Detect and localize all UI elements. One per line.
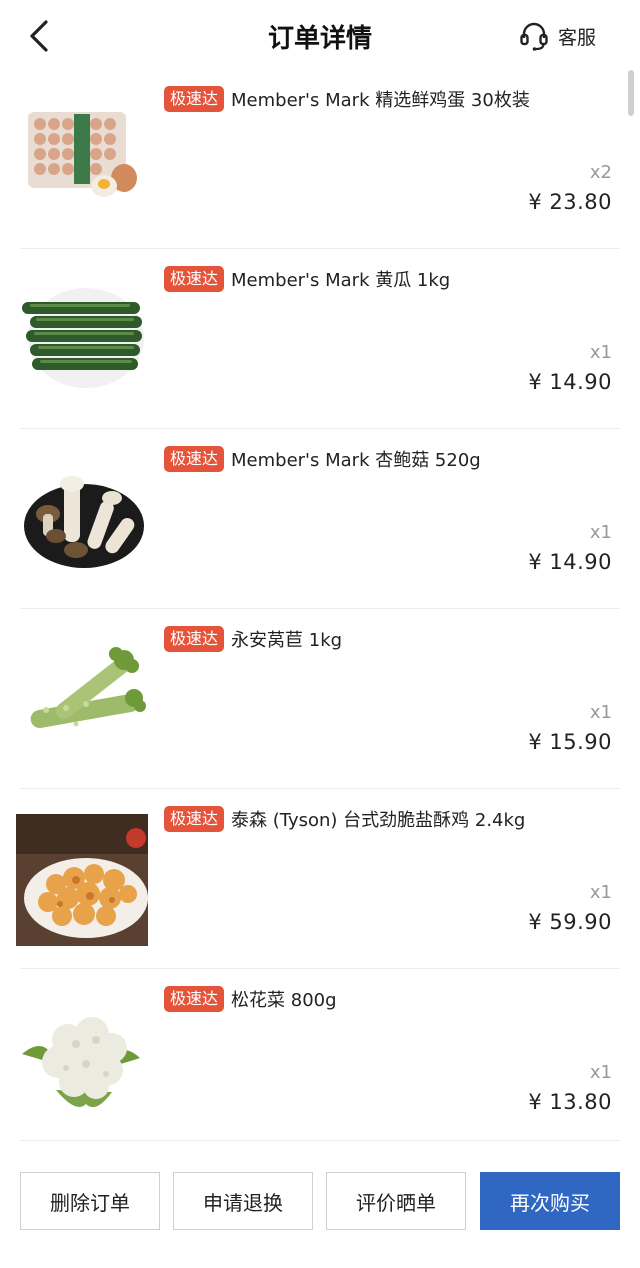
product-image-celtuce [16,634,148,766]
review-button[interactable]: 评价晒单 [326,1172,466,1230]
quantity: x1 [589,342,612,363]
back-button[interactable] [22,16,56,56]
divider [20,1140,620,1141]
express-tag: 极速达 [164,266,225,292]
quantity: x1 [589,522,612,543]
buy-again-button[interactable]: 再次购买 [480,1172,620,1230]
order-item[interactable]: 极速达 永安莴苣 1kg x1 ¥ 15.90 [0,608,640,788]
quantity: x1 [589,882,612,903]
product-image-cucumbers [16,274,148,406]
product-image-eggs [16,94,148,226]
order-item[interactable]: 极速达 Member's Mark 杏鲍菇 520g x1 ¥ 14.90 [0,428,640,608]
price: ¥ 13.80 [528,1090,612,1114]
price: ¥ 59.90 [528,910,612,934]
express-tag: 极速达 [164,626,225,652]
order-item-list: 极速达 Member's Mark 精选鲜鸡蛋 30枚装 x2 ¥ 23.80 [0,68,640,1148]
product-image-cauliflower [16,994,148,1126]
delete-order-button[interactable]: 删除订单 [20,1172,160,1230]
product-name: Member's Mark 精选鲜鸡蛋 30枚装 [231,90,530,111]
customer-service-label: 客服 [558,26,597,49]
quantity: x2 [589,162,612,183]
express-tag: 极速达 [164,806,225,832]
product-name: 永安莴苣 1kg [231,630,343,651]
refund-request-button[interactable]: 申请退换 [173,1172,313,1230]
express-tag: 极速达 [164,86,225,112]
action-bar: 删除订单 申请退换 评价晒单 再次购买 [0,1172,640,1230]
customer-service-button[interactable]: 客服 [518,18,596,54]
price: ¥ 14.90 [528,370,612,394]
price: ¥ 14.90 [528,550,612,574]
product-image-mushrooms [16,454,148,586]
app-header: 订单详情 客服 [0,0,640,72]
chevron-left-icon [30,20,48,52]
order-item[interactable]: 极速达 泰森 (Tyson) 台式劲脆盐酥鸡 2.4kg x1 ¥ 59.90 [0,788,640,968]
product-name: Member's Mark 黄瓜 1kg [231,270,451,291]
express-tag: 极速达 [164,986,225,1012]
headset-icon [520,22,548,51]
product-name: 松花菜 800g [231,990,337,1011]
express-tag: 极速达 [164,446,225,472]
quantity: x1 [589,702,612,723]
price: ¥ 23.80 [528,190,612,214]
product-image-popcorn-chicken [16,814,148,946]
order-item[interactable]: 极速达 Member's Mark 黄瓜 1kg x1 ¥ 14.90 [0,248,640,428]
quantity: x1 [589,1062,612,1083]
order-item[interactable]: 极速达 Member's Mark 精选鲜鸡蛋 30枚装 x2 ¥ 23.80 [0,68,640,248]
product-name: Member's Mark 杏鲍菇 520g [231,450,481,471]
price: ¥ 15.90 [528,730,612,754]
order-item[interactable]: 极速达 松花菜 800g x1 ¥ 13.80 [0,968,640,1148]
product-name: 泰森 (Tyson) 台式劲脆盐酥鸡 2.4kg [231,810,526,831]
